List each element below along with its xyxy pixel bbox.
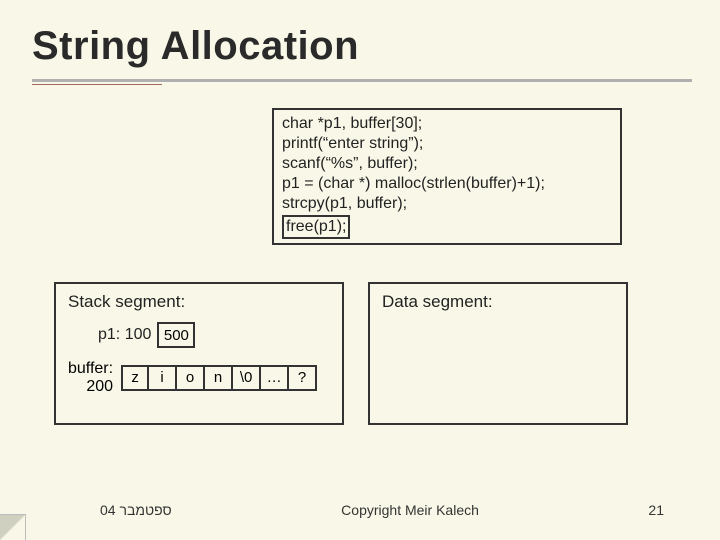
buffer-cells: z i o n \0 … ? — [121, 365, 317, 391]
buffer-label-top: buffer: — [68, 360, 113, 378]
title-rule — [32, 79, 692, 82]
code-line: p1 = (char *) malloc(strlen(buffer)+1); — [282, 174, 612, 194]
slide-title: String Allocation — [32, 24, 692, 69]
title-accent — [32, 84, 162, 85]
buf-cell: o — [177, 365, 205, 391]
buf-cell: \0 — [233, 365, 261, 391]
footer: ספטמבר 04 Copyright Meir Kalech 21 — [0, 502, 720, 518]
data-segment: Data segment: — [368, 282, 628, 425]
buf-cell: z — [121, 365, 149, 391]
buffer-label: buffer: 200 — [68, 360, 113, 395]
buf-cell: i — [149, 365, 177, 391]
stack-segment: Stack segment: p1: 100 500 buffer: 200 z… — [54, 282, 344, 425]
code-line-highlight: free(p1); — [282, 215, 350, 239]
buf-cell: ? — [289, 365, 317, 391]
stack-title: Stack segment: — [68, 292, 330, 312]
code-line: strcpy(p1, buffer); — [282, 194, 612, 214]
code-block: char *p1, buffer[30]; printf(“enter stri… — [272, 108, 622, 245]
code-free: free(p1); — [286, 218, 346, 235]
memory-segments: Stack segment: p1: 100 500 buffer: 200 z… — [54, 282, 628, 425]
p1-label: p1: 100 — [98, 326, 151, 344]
data-title: Data segment: — [382, 292, 614, 312]
page-curl-icon — [0, 514, 26, 540]
buf-cell: … — [261, 365, 289, 391]
p1-cell: 500 — [157, 322, 195, 348]
buffer-label-bottom: 200 — [86, 378, 113, 396]
code-line: printf(“enter string”); — [282, 134, 612, 154]
p1-row: p1: 100 500 — [98, 322, 330, 348]
footer-date: ספטמבר 04 — [100, 502, 172, 518]
buf-cell: n — [205, 365, 233, 391]
code-line: scanf(“%s”, buffer); — [282, 154, 612, 174]
slide-number: 21 — [648, 502, 664, 518]
buffer-row: buffer: 200 z i o n \0 … ? — [68, 360, 330, 395]
code-line: char *p1, buffer[30]; — [282, 114, 612, 134]
footer-copyright: Copyright Meir Kalech — [341, 502, 479, 518]
